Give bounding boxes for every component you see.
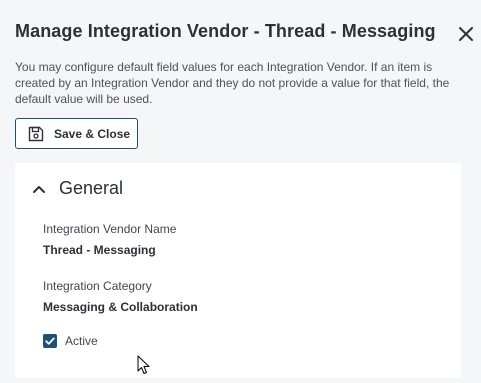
manage-vendor-modal: Manage Integration Vendor - Thread - Mes… — [0, 0, 481, 383]
vendor-name-label: Integration Vendor Name — [43, 222, 177, 236]
close-icon — [456, 24, 476, 44]
active-checkbox[interactable] — [43, 334, 57, 348]
general-section-header[interactable]: General — [15, 163, 461, 215]
modal-description: You may configure default field values f… — [15, 60, 450, 106]
floppy-disk-icon — [28, 126, 44, 142]
general-section-panel: General Integration Vendor Name Thread -… — [15, 163, 461, 378]
checkmark-icon — [45, 337, 55, 345]
save-and-close-button[interactable]: Save & Close — [15, 118, 138, 149]
active-checkbox-row[interactable]: Active — [43, 334, 98, 348]
mouse-pointer-icon — [137, 355, 151, 375]
vendor-name-value: Thread - Messaging — [43, 243, 156, 257]
category-value: Messaging & Collaboration — [43, 300, 198, 314]
close-button[interactable] — [456, 24, 476, 44]
save-and-close-label: Save & Close — [54, 126, 131, 141]
chevron-up-icon — [31, 181, 47, 197]
category-label: Integration Category — [43, 279, 152, 293]
section-title: General — [59, 178, 124, 198]
modal-title: Manage Integration Vendor - Thread - Mes… — [15, 21, 436, 41]
active-checkbox-label: Active — [65, 334, 98, 348]
